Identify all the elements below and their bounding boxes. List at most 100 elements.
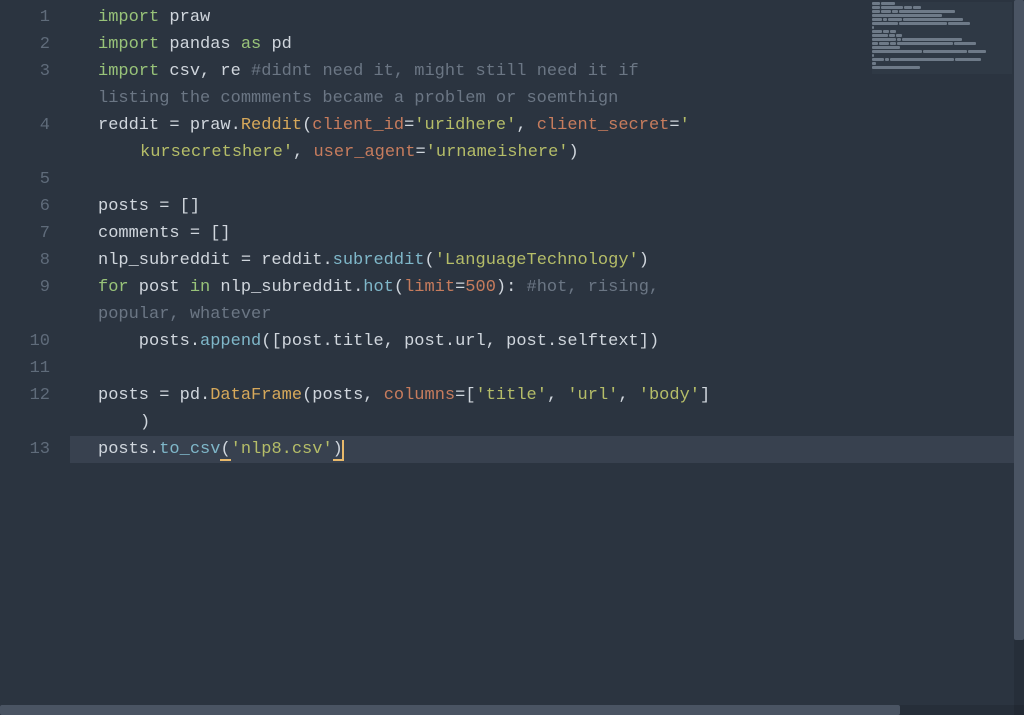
line-number: 5 (0, 166, 70, 193)
code-token: as (241, 35, 261, 54)
code-line[interactable]: reddit = praw.Reddit(client_id='uridhere… (70, 112, 1024, 139)
code-token: DataFrame (210, 386, 302, 405)
code-token: posts (98, 197, 159, 216)
code-line[interactable]: posts = [] (70, 193, 1024, 220)
code-token: url (455, 332, 486, 351)
code-token: append (200, 332, 261, 351)
code-token: to_csv (159, 440, 220, 459)
code-token: user_agent (313, 143, 415, 162)
line-number-gutter: 12345678910111213 (0, 0, 70, 715)
code-token: ] (700, 386, 710, 405)
code-token: . (322, 332, 332, 351)
code-token: posts (98, 386, 159, 405)
line-number: 12 (0, 382, 70, 409)
code-token: 'urnameishere' (426, 143, 569, 162)
code-token: selftext (557, 332, 639, 351)
line-number: 10 (0, 328, 70, 355)
code-token: , (293, 143, 313, 162)
code-line[interactable] (70, 355, 1024, 382)
code-token: Reddit (241, 116, 302, 135)
code-line[interactable]: posts.to_csv('nlp8.csv') (70, 436, 1024, 463)
code-token: 'nlp8.csv' (231, 440, 333, 459)
horizontal-scrollbar-thumb[interactable] (0, 705, 900, 715)
code-line[interactable] (70, 166, 1024, 193)
code-line[interactable]: for post in nlp_subreddit.hot(limit=500)… (70, 274, 1024, 301)
code-token: for (98, 278, 129, 297)
code-token: 'title' (476, 386, 547, 405)
code-token: re (210, 62, 251, 81)
code-token: listing the commments became a problem o… (98, 89, 618, 108)
code-token: columns (384, 386, 455, 405)
code-token: ): (496, 278, 527, 297)
code-token: ]) (639, 332, 659, 351)
code-token: nlp_subreddit (98, 251, 241, 270)
code-line[interactable]: nlp_subreddit = reddit.subreddit('Langua… (70, 247, 1024, 274)
code-token: . (322, 251, 332, 270)
code-token: post (282, 332, 323, 351)
code-line[interactable]: import csv, re #didnt need it, might sti… (70, 58, 1024, 85)
vertical-scrollbar-thumb[interactable] (1014, 0, 1024, 640)
code-token: 'LanguageTechnology' (435, 251, 639, 270)
code-token: 'body' (639, 386, 700, 405)
code-token: ( (394, 278, 404, 297)
code-token: , (363, 386, 383, 405)
code-token: ( (302, 116, 312, 135)
code-token: . (231, 116, 241, 135)
code-token: posts (98, 440, 149, 459)
code-token: . (200, 386, 210, 405)
code-token: title (333, 332, 384, 351)
horizontal-scrollbar[interactable] (0, 705, 1024, 715)
code-token (169, 197, 179, 216)
line-number (0, 85, 70, 112)
line-number: 4 (0, 112, 70, 139)
code-token: #hot, rising, (527, 278, 670, 297)
code-token: comments (98, 224, 190, 243)
code-token: import (98, 35, 159, 54)
code-line[interactable]: import praw (70, 4, 1024, 31)
code-token: subreddit (333, 251, 425, 270)
code-token: 500 (465, 278, 496, 297)
line-number: 8 (0, 247, 70, 274)
code-line[interactable]: import pandas as pd (70, 31, 1024, 58)
line-number (0, 139, 70, 166)
code-token: 'uridhere' (414, 116, 516, 135)
code-line[interactable]: posts.append([post.title, post.url, post… (70, 328, 1024, 355)
code-token: , (486, 332, 506, 351)
code-line[interactable]: kursecretshere', user_agent='urnameisher… (70, 139, 1024, 166)
code-area[interactable]: import prawimport pandas as pdimport csv… (70, 0, 1024, 715)
code-line[interactable]: posts = pd.DataFrame(posts, columns=['ti… (70, 382, 1024, 409)
vertical-scrollbar[interactable] (1014, 0, 1024, 715)
code-token: ( (302, 386, 312, 405)
line-number: 6 (0, 193, 70, 220)
code-token: posts (312, 386, 363, 405)
code-token: limit (404, 278, 455, 297)
code-token: 'url' (567, 386, 618, 405)
code-token: kursecretshere' (140, 143, 293, 162)
code-token: = (241, 251, 251, 270)
code-token: [ (465, 386, 475, 405)
code-token: reddit (98, 116, 169, 135)
code-token: client_id (312, 116, 404, 135)
code-token: import (98, 62, 159, 81)
code-editor[interactable]: 12345678910111213 import prawimport pand… (0, 0, 1024, 715)
code-token: ) (140, 413, 150, 432)
code-line[interactable]: popular, whatever (70, 301, 1024, 328)
code-token: . (353, 278, 363, 297)
code-token: , (200, 62, 210, 81)
code-token: , (516, 116, 536, 135)
code-token: pd (169, 386, 200, 405)
code-token: praw (159, 8, 210, 27)
line-number: 9 (0, 274, 70, 301)
code-token: client_secret (537, 116, 670, 135)
code-token: = (190, 224, 200, 243)
line-number: 1 (0, 4, 70, 31)
code-token: praw (180, 116, 231, 135)
code-token: pandas (159, 35, 241, 54)
code-token: posts (98, 332, 190, 351)
code-line[interactable]: listing the commments became a problem o… (70, 85, 1024, 112)
code-token: #didnt need it, might still need it if (251, 62, 649, 81)
code-line[interactable]: comments = [] (70, 220, 1024, 247)
code-line[interactable]: ) (70, 409, 1024, 436)
code-token: post (506, 332, 547, 351)
code-token: . (547, 332, 557, 351)
